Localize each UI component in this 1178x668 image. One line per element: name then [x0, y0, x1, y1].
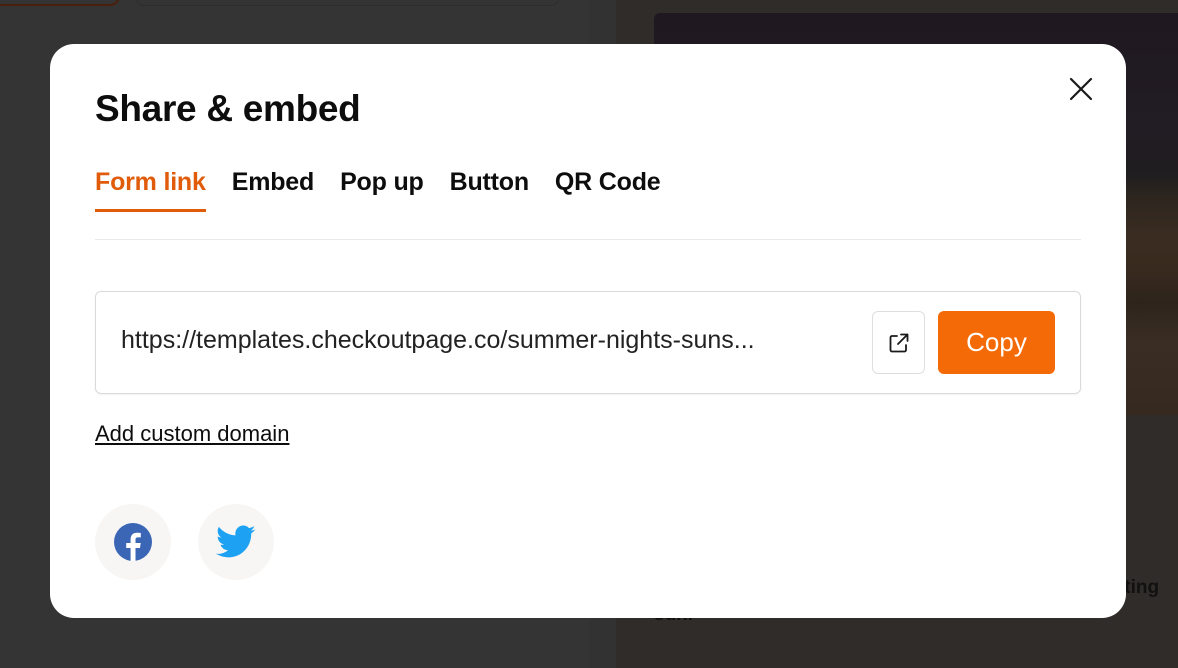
modal-title: Share & embed: [95, 88, 361, 129]
share-facebook-button[interactable]: [95, 504, 171, 580]
close-button[interactable]: [1066, 74, 1096, 104]
share-twitter-button[interactable]: [198, 504, 274, 580]
share-embed-modal: Share & embed Form link Embed Pop up But…: [50, 44, 1126, 618]
form-link-box: https://templates.checkoutpage.co/summer…: [95, 291, 1081, 394]
facebook-icon: [114, 523, 152, 561]
tab-pop-up[interactable]: Pop up: [340, 168, 424, 212]
tabs-divider: [95, 239, 1081, 240]
add-custom-domain-link[interactable]: Add custom domain: [95, 421, 289, 447]
open-link-button[interactable]: [872, 311, 925, 374]
tab-form-link[interactable]: Form link: [95, 168, 206, 212]
close-icon: [1069, 77, 1093, 101]
tab-bar: Form link Embed Pop up Button QR Code: [95, 168, 661, 212]
twitter-icon: [216, 525, 256, 558]
form-link-url[interactable]: https://templates.checkoutpage.co/summer…: [121, 326, 846, 355]
background-button: [0, 0, 120, 6]
copy-button[interactable]: Copy: [938, 311, 1055, 374]
external-link-icon: [889, 333, 908, 352]
tab-button[interactable]: Button: [450, 168, 530, 212]
tab-embed[interactable]: Embed: [232, 168, 315, 212]
background-input: [135, 0, 560, 6]
tab-qr-code[interactable]: QR Code: [555, 168, 661, 212]
